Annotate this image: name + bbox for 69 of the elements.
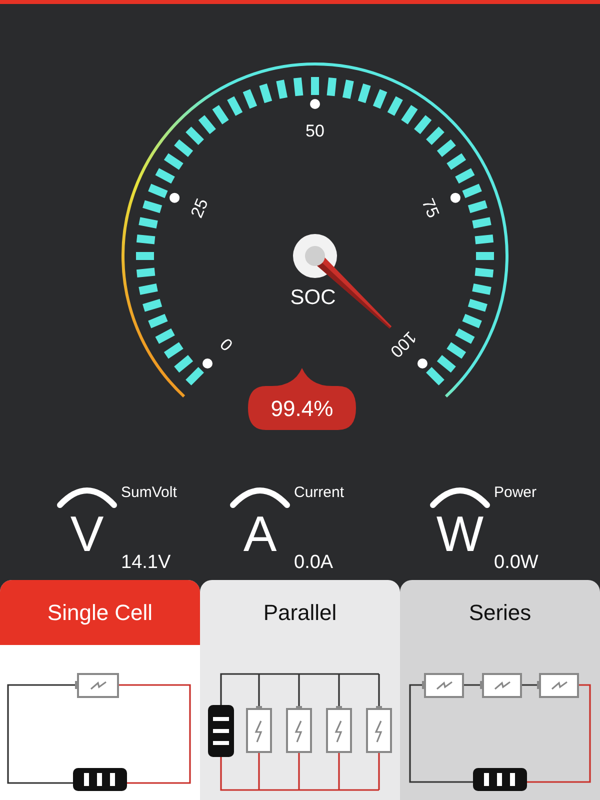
scale-tick bbox=[462, 184, 482, 198]
scale-tick bbox=[276, 80, 288, 99]
unit-symbol: V bbox=[70, 508, 104, 560]
metric-value: 0.0A bbox=[294, 552, 334, 574]
scale-tick bbox=[242, 89, 258, 109]
scale-tick bbox=[358, 84, 371, 104]
scale-label: 25 bbox=[187, 196, 212, 221]
scale-tick bbox=[311, 77, 319, 95]
tab[interactable]: Single Cell bbox=[0, 580, 200, 645]
unit-symbol: A bbox=[243, 508, 277, 560]
scale-tick bbox=[155, 328, 175, 344]
scale-label: 0 bbox=[216, 334, 237, 354]
scale-dot bbox=[170, 192, 180, 203]
scale-tick bbox=[174, 355, 194, 373]
scale-tick bbox=[474, 268, 494, 278]
metric-label: Current bbox=[294, 484, 344, 501]
scale-tick bbox=[472, 217, 492, 229]
scale-tick bbox=[138, 217, 158, 229]
scale-tick bbox=[326, 77, 337, 96]
scale-tick bbox=[142, 298, 162, 312]
scale-tick bbox=[414, 115, 432, 134]
scale-tick bbox=[426, 126, 444, 145]
scale-tick bbox=[462, 314, 482, 328]
scale-dot bbox=[417, 358, 428, 368]
metric-label: Power bbox=[494, 484, 538, 501]
scale-tick bbox=[155, 168, 175, 184]
scale-tick bbox=[446, 153, 466, 170]
scale-tick bbox=[148, 184, 168, 198]
unit-symbol: W bbox=[436, 508, 484, 560]
scale-tick bbox=[468, 200, 488, 214]
metric-value: 0.0W bbox=[494, 552, 538, 574]
scale-tick bbox=[446, 342, 466, 359]
scale-tick bbox=[372, 89, 388, 109]
scale-dot bbox=[202, 358, 213, 368]
scale-tick bbox=[148, 314, 168, 328]
scale-tick bbox=[455, 168, 475, 184]
scale-dot bbox=[450, 192, 460, 203]
scale-tick bbox=[472, 283, 492, 295]
scale-tick bbox=[136, 268, 156, 278]
scale-tick bbox=[142, 200, 162, 214]
scale-tick bbox=[455, 328, 475, 344]
scale-tick bbox=[174, 139, 194, 157]
scale-label: 50 bbox=[306, 121, 324, 140]
scale-tick bbox=[136, 234, 156, 244]
scale-tick bbox=[468, 298, 488, 312]
scale-tick bbox=[474, 234, 494, 244]
scale-tick bbox=[138, 283, 158, 295]
soc-reading: 99.4% bbox=[270, 396, 334, 421]
metric-label: SumVolt bbox=[121, 484, 177, 501]
scale-dot bbox=[310, 99, 320, 109]
scale-tick bbox=[227, 96, 243, 116]
scale-tick bbox=[436, 139, 456, 157]
gauge-label: SOC bbox=[290, 286, 336, 309]
scale-tick bbox=[476, 252, 494, 260]
scale-tick bbox=[401, 104, 418, 124]
scale-tick bbox=[293, 77, 304, 96]
scale-tick bbox=[259, 84, 272, 104]
scale-tick bbox=[164, 153, 184, 170]
scale-tick bbox=[436, 355, 456, 373]
scale-tick bbox=[342, 80, 354, 99]
scale-label: 100 bbox=[386, 328, 420, 362]
scale-tick bbox=[164, 342, 184, 359]
scale-tick bbox=[186, 126, 204, 145]
scale-tick bbox=[212, 104, 229, 124]
scale-label: 75 bbox=[418, 196, 443, 221]
scale-tick bbox=[198, 115, 216, 134]
scale-tick bbox=[387, 96, 403, 116]
scale-tick bbox=[136, 252, 154, 260]
metric-value: 14.1V bbox=[121, 552, 172, 574]
